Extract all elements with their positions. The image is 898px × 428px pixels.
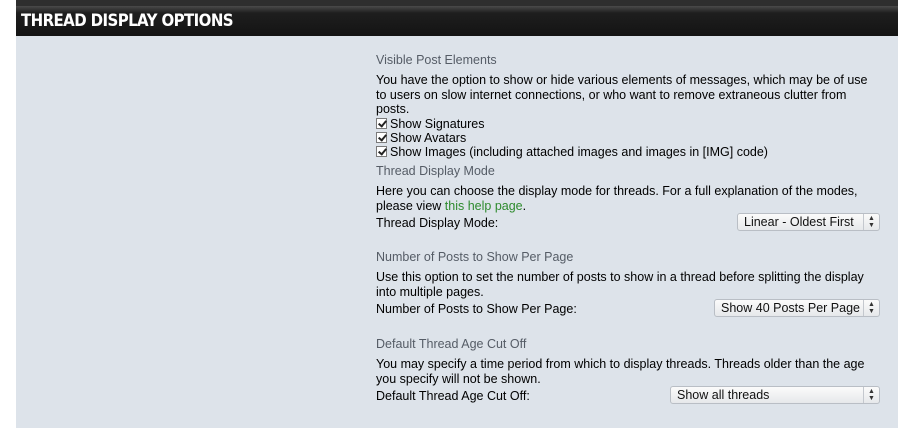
field-label: Number of Posts to Show Per Page: [376, 302, 577, 316]
checkbox-show-signatures[interactable] [376, 118, 387, 129]
field-row: Number of Posts to Show Per Page: Show 4… [376, 299, 880, 319]
panel-header: THREAD DISPLAY OPTIONS [16, 0, 898, 36]
section-description: You may specify a time period from which… [376, 357, 865, 386]
field-label: Thread Display Mode: [376, 216, 499, 230]
section-description: Use this option to set the number of pos… [376, 270, 864, 299]
selected-value: Linear - Oldest First [744, 215, 854, 229]
panel-title: THREAD DISPLAY OPTIONS [21, 10, 234, 31]
option-label: Show Avatars [390, 130, 467, 145]
section-title: Default Thread Age Cut Off [376, 337, 527, 351]
description-text-end: . [522, 198, 527, 213]
thread-age-cutoff-select[interactable]: Show all threads ▲ ▼ [670, 386, 880, 404]
selected-value: Show 40 Posts Per Page [721, 301, 860, 315]
up-down-arrows-icon: ▲ ▼ [863, 214, 879, 230]
left-column [22, 40, 364, 428]
section-title: Number of Posts to Show Per Page [376, 250, 574, 264]
section-posts-per-page: Number of Posts to Show Per Page Use thi… [376, 247, 880, 319]
section-title: Thread Display Mode [376, 164, 495, 178]
checkbox-show-avatars[interactable] [376, 132, 387, 143]
checkbox-show-images[interactable] [376, 146, 387, 157]
section-thread-display-mode: Thread Display Mode Here you can choose … [376, 161, 880, 233]
field-row: Default Thread Age Cut Off: Show all thr… [376, 386, 880, 406]
section-title: Visible Post Elements [376, 53, 497, 67]
option-label: Show Signatures [390, 116, 485, 131]
field-label: Default Thread Age Cut Off: [376, 389, 530, 403]
section-thread-age-cutoff: Default Thread Age Cut Off You may speci… [376, 334, 880, 406]
field-row: Thread Display Mode: Linear - Oldest Fir… [376, 213, 880, 233]
section-description: You have the option to show or hide vari… [376, 73, 868, 116]
option-label: Show Images (including attached images a… [390, 144, 768, 159]
selected-value: Show all threads [677, 388, 770, 402]
option-show-avatars[interactable]: Show Avatars [376, 131, 880, 145]
thread-display-mode-select[interactable]: Linear - Oldest First ▲ ▼ [737, 213, 880, 231]
up-down-arrows-icon: ▲ ▼ [863, 387, 879, 403]
section-description: Here you can choose the display mode for… [376, 184, 880, 213]
section-visible-post-elements: Visible Post Elements You have the optio… [376, 50, 880, 159]
option-show-signatures[interactable]: Show Signatures [376, 117, 880, 131]
posts-per-page-select[interactable]: Show 40 Posts Per Page ▲ ▼ [714, 299, 880, 317]
option-show-images[interactable]: Show Images (including attached images a… [376, 145, 880, 159]
up-down-arrows-icon: ▲ ▼ [863, 300, 879, 316]
help-page-link[interactable]: this help page [445, 199, 523, 213]
